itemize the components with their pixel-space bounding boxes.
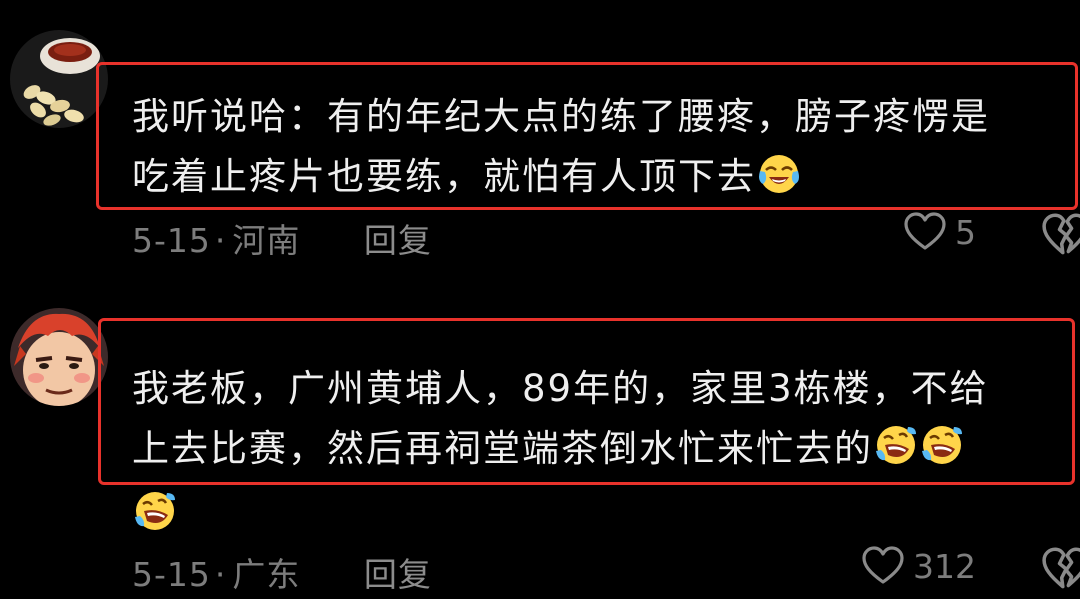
like-button[interactable]: 5: [903, 212, 976, 252]
like-count: 312: [913, 546, 976, 586]
comment-item: 我听说哈：有的年纪大点的练了腰疼，膀子疼愣是 吃着止疼片也要练，就怕有人顶下去 …: [0, 0, 1080, 270]
comment-date: 5-15: [132, 555, 211, 594]
broken-heart-icon[interactable]: [1040, 547, 1080, 591]
comment-region: 广东: [232, 555, 301, 594]
comment-item: 我老板，广州黄埔人，89年的，家里3栋楼，不给 上去比赛，然后再祠堂端茶倒水忙来…: [0, 300, 1080, 599]
rolling-laughing-face-icon: [920, 423, 964, 485]
crying-laughing-face-icon: [757, 151, 801, 213]
rolling-laughing-face-icon: [133, 489, 177, 551]
reply-button[interactable]: 回复: [364, 548, 432, 596]
broken-heart-icon[interactable]: [1040, 213, 1080, 257]
comment-meta: 5-15 · 河南 回复: [132, 214, 432, 262]
comment-line: 我听说哈：有的年纪大点的练了腰疼，膀子疼愣是: [132, 95, 990, 138]
like-count: 5: [955, 212, 976, 252]
comment-text: 我老板，广州黄埔人，89年的，家里3栋楼，不给 上去比赛，然后再祠堂端茶倒水忙来…: [132, 359, 1080, 551]
anime-character-avatar[interactable]: [10, 308, 108, 406]
meta-separator: ·: [214, 221, 227, 260]
tea-and-peanuts-avatar[interactable]: [10, 30, 108, 128]
comment-line: 我老板，广州黄埔人，89年的，家里3栋楼，不给: [132, 367, 989, 410]
reply-button[interactable]: 回复: [364, 214, 432, 262]
meta-separator: ·: [214, 555, 227, 594]
comment-line: 吃着止疼片也要练，就怕有人顶下去: [132, 155, 756, 198]
comment-meta: 5-15 · 广东 回复: [132, 548, 432, 596]
comment-region: 河南: [232, 221, 301, 260]
heart-icon: [903, 212, 947, 252]
comment-text: 我听说哈：有的年纪大点的练了腰疼，膀子疼愣是 吃着止疼片也要练，就怕有人顶下去: [132, 87, 1080, 213]
comment-date: 5-15: [132, 221, 211, 260]
comment-line: 上去比赛，然后再祠堂端茶倒水忙来忙去的: [132, 427, 873, 470]
heart-icon: [861, 546, 905, 586]
like-button[interactable]: 312: [861, 546, 976, 586]
rolling-laughing-face-icon: [874, 423, 918, 485]
